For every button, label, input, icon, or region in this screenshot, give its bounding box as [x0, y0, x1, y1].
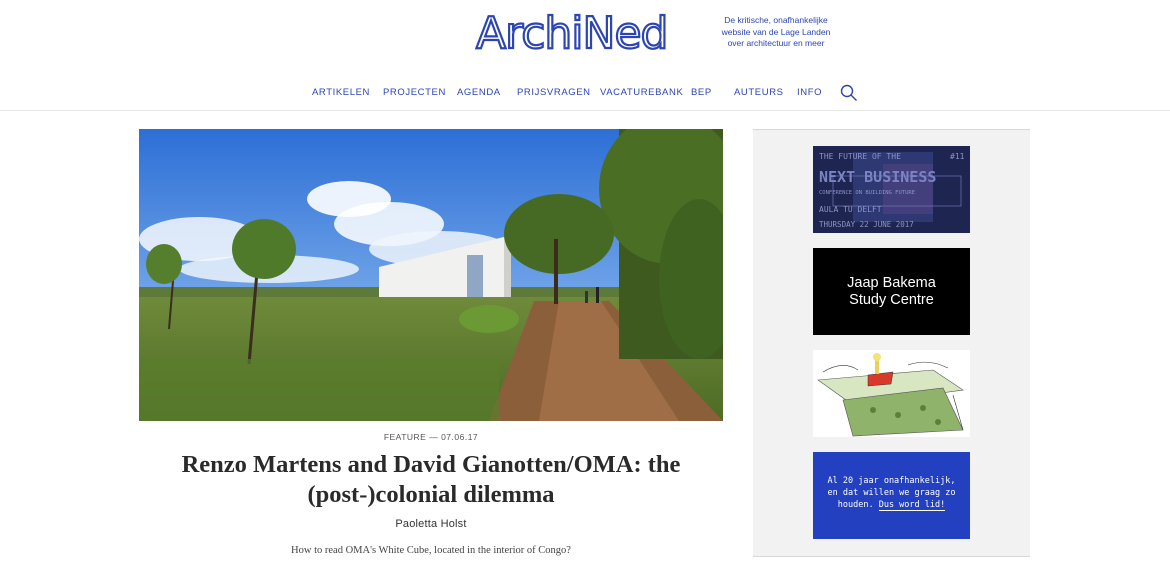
- ad-illustration[interactable]: [813, 350, 970, 437]
- article-title[interactable]: Renzo Martens and David Gianotten/OMA: t…: [139, 450, 723, 510]
- nav-item-auteurs[interactable]: AUTEURS: [734, 82, 784, 104]
- article-meta: FEATURE — 07.06.17: [383, 432, 479, 442]
- ad4-line1: Al 20 jaar onafhankelijk,: [827, 476, 956, 486]
- ad-jaap-bakema[interactable]: Jaap Bakema Study Centre: [813, 248, 970, 335]
- ad4-line3-prefix: houden.: [837, 500, 874, 510]
- nav-item-info[interactable]: INFO: [797, 82, 822, 104]
- article-title-line: Renzo Martens and David Gianotten/OMA: t…: [181, 451, 681, 478]
- ad1-line2: NEXT BUSINESS: [819, 168, 937, 186]
- nav-item-vacaturebank[interactable]: VACATUREBANK: [600, 82, 683, 104]
- ad1-num: #11: [950, 152, 965, 161]
- ad2-line2: Study Centre: [849, 292, 934, 308]
- sidebar: THE FUTURE OF THE #11 NEXT BUSINESS CONF…: [753, 129, 1030, 557]
- nav-item-projecten[interactable]: PROJECTEN: [383, 82, 446, 104]
- ad1-line5: THURSDAY 22 JUNE 2017: [819, 220, 914, 229]
- site-header: ArchiNed De kritische, onafhankelijke we…: [0, 0, 1170, 111]
- article-author[interactable]: Paoletta Holst: [139, 518, 723, 530]
- ad1-line4: AULA TU DELFT: [819, 205, 882, 214]
- nav-item-prijsvragen[interactable]: PRIJSVRAGEN: [517, 82, 591, 104]
- search-icon[interactable]: [840, 84, 858, 102]
- logo-wordmark: ArchiNed: [476, 8, 667, 56]
- ad1-line3: CONFERENCE ON BUILDING FUTURE: [819, 190, 916, 196]
- ad4-line2: en dat willen we graag zo: [827, 488, 956, 498]
- join-link[interactable]: Dus word lid!: [878, 500, 946, 511]
- article-lead: How to read OMA's White Cube, located in…: [291, 545, 571, 556]
- site-tagline: De kritische, onafhankelijke website van…: [721, 15, 831, 48]
- nav-item-artikelen[interactable]: ARTIKELEN: [312, 82, 370, 104]
- ad-next-business[interactable]: THE FUTURE OF THE #11 NEXT BUSINESS CONF…: [813, 146, 970, 233]
- main-nav: ARTIKELEN PROJECTEN AGENDA PRIJSVRAGEN V…: [0, 82, 1170, 104]
- archined-logo[interactable]: ArchiNed: [474, 6, 698, 56]
- ad1-line1: THE FUTURE OF THE: [819, 152, 901, 161]
- article-hero-image[interactable]: [139, 129, 723, 421]
- nav-item-bep[interactable]: BEP: [691, 82, 712, 104]
- nav-item-agenda[interactable]: AGENDA: [457, 82, 501, 104]
- article-title-line: (post-)colonial dilemma: [307, 481, 555, 508]
- ad2-line1: Jaap Bakema: [847, 275, 936, 291]
- ad4-line3: houden. Dus word lid!: [813, 499, 970, 511]
- ad-membership[interactable]: Al 20 jaar onafhankelijk, en dat willen …: [813, 452, 970, 539]
